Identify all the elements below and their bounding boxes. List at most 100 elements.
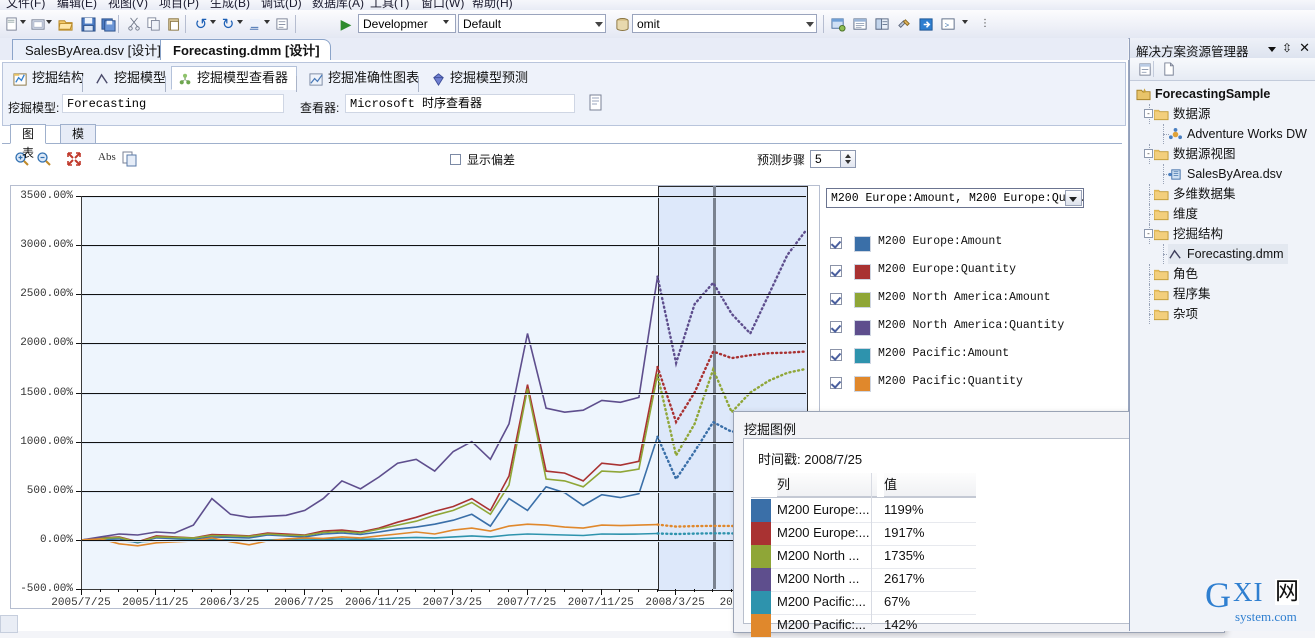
spinner-up-icon[interactable] <box>845 154 851 158</box>
new-folder-dropdown-icon[interactable] <box>46 20 52 24</box>
tree-node[interactable]: 杂项 <box>1153 304 1198 324</box>
navigate-dropdown-icon[interactable] <box>264 20 270 24</box>
menu-item-6[interactable]: 数据库(A) <box>312 0 364 10</box>
plot-area[interactable] <box>81 186 808 591</box>
config-combo-arrow-icon[interactable] <box>443 20 449 24</box>
legend-checkbox[interactable] <box>830 349 842 361</box>
tree-expander[interactable]: - <box>1144 149 1153 158</box>
tree-node[interactable]: Adventure Works DW <box>1168 124 1307 144</box>
target-combo-arrow-icon[interactable] <box>806 22 814 27</box>
legend-item[interactable]: M200 Pacific:Quantity <box>826 374 1084 392</box>
abs-label[interactable]: Abs <box>98 151 116 163</box>
legend-item[interactable]: M200 Europe:Quantity <box>826 262 1084 280</box>
series-selector-combo[interactable]: M200 Europe:Amount, M200 Europe:Quan... <box>826 188 1084 208</box>
immediate-window-icon[interactable]: > <box>938 14 958 34</box>
show-all-files-icon[interactable] <box>1160 61 1178 78</box>
time-series-chart[interactable]: 3500.00% 3000.00% 2500.00% 2000.00% 1500.00%… <box>10 185 820 631</box>
spinner-down-icon[interactable] <box>845 160 851 164</box>
properties-icon[interactable] <box>272 14 292 34</box>
object-browser-icon[interactable] <box>872 14 892 34</box>
zoom-out-icon[interactable] <box>34 149 54 169</box>
save-icon[interactable] <box>78 14 98 34</box>
redo-icon[interactable]: ↻ <box>218 14 238 34</box>
chart-toolbar[interactable]: Abs 显示偏差 预测步骤 5 <box>2 145 1122 173</box>
open-icon[interactable] <box>56 14 76 34</box>
prediction-steps-input[interactable]: 5 <box>810 150 856 168</box>
undo-dropdown-icon[interactable] <box>210 20 216 24</box>
tab-mining-model[interactable]: 挖掘模型 <box>88 66 175 90</box>
platform-combo[interactable]: Default <box>458 14 606 33</box>
tab-mining-prediction[interactable]: 挖掘模型预测 <box>424 66 537 90</box>
legend-item[interactable]: M200 Europe:Amount <box>826 234 1084 252</box>
paste-icon[interactable] <box>164 14 184 34</box>
menu-item-4[interactable]: 生成(B) <box>210 0 250 10</box>
toolbar-options-icon[interactable]: ⋮ <box>975 14 995 34</box>
main-toolbar[interactable]: ↺ ↻ ▶ Developmer Default omit > ⋮ <box>0 10 1315 39</box>
menu-item-7[interactable]: 工具(T) <box>370 0 409 10</box>
menu-item-0[interactable]: 文件(F) <box>6 0 45 10</box>
config-combo[interactable]: Developmer <box>358 14 456 33</box>
new-item-icon[interactable] <box>2 14 22 34</box>
viewer-help-icon[interactable] <box>588 94 606 113</box>
tab-mining-structure[interactable]: 挖掘结构 <box>6 66 93 90</box>
tree-node[interactable]: 挖掘结构 <box>1153 224 1223 244</box>
solution-tree[interactable]: ForecastingSample - 数据源 Adventure Works DW -… <box>1130 82 1315 627</box>
legend-item[interactable]: M200 Pacific:Amount <box>826 346 1084 364</box>
solution-explorer-toolbar[interactable] <box>1130 58 1315 81</box>
legend-checkbox[interactable] <box>830 265 842 277</box>
toolbox-icon[interactable] <box>894 14 914 34</box>
tree-node[interactable]: SalesByArea.dsv <box>1168 164 1282 184</box>
menu-item-3[interactable]: 项目(P) <box>159 0 199 10</box>
deploy-icon[interactable] <box>916 14 936 34</box>
mining-legend-row[interactable]: M200 Europe:... 1917% <box>751 522 976 546</box>
legend-checkbox[interactable] <box>830 321 842 333</box>
chart-hscrollbar[interactable] <box>0 615 18 633</box>
show-deviation-checkbox[interactable] <box>450 154 461 165</box>
new-folder-icon[interactable] <box>28 14 48 34</box>
viewer-combo[interactable]: Microsoft 时序查看器 <box>345 94 575 113</box>
doc-tab-salesbyarea[interactable]: SalesByArea.dsv [设计] <box>12 39 172 60</box>
platform-combo-arrow-icon[interactable] <box>595 22 603 27</box>
tab-mining-viewer[interactable]: 挖掘模型查看器 <box>171 66 298 90</box>
copy-icon[interactable] <box>144 14 164 34</box>
mining-legend-row[interactable]: M200 Pacific:... 67% <box>751 591 976 615</box>
tree-node[interactable]: 维度 <box>1153 204 1198 224</box>
properties-icon[interactable] <box>1136 61 1154 78</box>
cut-icon[interactable] <box>124 14 144 34</box>
prediction-steps-spinner[interactable] <box>840 151 855 167</box>
mining-legend-row[interactable]: M200 Pacific:... 142% <box>751 614 976 638</box>
legend-checkbox[interactable] <box>830 377 842 389</box>
undo-icon[interactable]: ↺ <box>191 14 211 34</box>
tree-node[interactable]: 程序集 <box>1153 284 1211 304</box>
tree-expander[interactable]: - <box>1144 109 1153 118</box>
tree-expander[interactable]: - <box>1144 229 1153 238</box>
chart-canvas[interactable]: 3500.00% 3000.00% 2500.00% 2000.00% 1500.00%… <box>10 185 820 609</box>
series-legend-panel[interactable]: M200 Europe:Amount, M200 Europe:Quan... … <box>826 188 1092 403</box>
legend-checkbox[interactable] <box>830 293 842 305</box>
start-debug-icon[interactable]: ▶ <box>336 14 356 34</box>
zoom-fit-icon[interactable] <box>64 149 84 169</box>
toolbar-overflow-icon[interactable] <box>962 20 968 24</box>
tab-model[interactable]: 模型 <box>60 124 97 160</box>
save-all-icon[interactable] <box>98 14 118 34</box>
mining-legend-row[interactable]: M200 North ... 2617% <box>751 568 976 592</box>
solution-explorer-panel[interactable]: 解决方案资源管理器 ⇳ ✕ ForecastingSample - 数据源 Adven… <box>1129 38 1315 631</box>
legend-item[interactable]: M200 North America:Amount <box>826 290 1084 308</box>
copy-chart-icon[interactable] <box>120 149 140 169</box>
panel-close-button[interactable]: ✕ <box>1299 40 1310 56</box>
legend-checkbox[interactable] <box>830 237 842 249</box>
tree-node[interactable]: 数据源 <box>1153 104 1211 124</box>
menu-item-5[interactable]: 调试(D) <box>261 0 302 10</box>
menu-item-2[interactable]: 视图(V) <box>108 0 148 10</box>
tree-node[interactable]: 角色 <box>1153 264 1198 284</box>
doc-tab-forecasting[interactable]: Forecasting.dmm [设计] <box>160 39 331 60</box>
tab-accuracy-chart[interactable]: 挖掘准确性图表 <box>302 66 428 90</box>
tab-chart[interactable]: 图表 <box>10 124 47 160</box>
menu-item-9[interactable]: 帮助(H) <box>472 0 513 10</box>
tree-node[interactable]: 数据源视图 <box>1153 144 1236 164</box>
legend-item[interactable]: M200 North America:Quantity <box>826 318 1084 336</box>
tree-root[interactable]: ForecastingSample <box>1136 84 1270 104</box>
solution-explorer-icon[interactable] <box>828 14 848 34</box>
menu-item-1[interactable]: 编辑(E) <box>57 0 97 10</box>
mining-model-combo[interactable]: Forecasting <box>62 94 284 113</box>
